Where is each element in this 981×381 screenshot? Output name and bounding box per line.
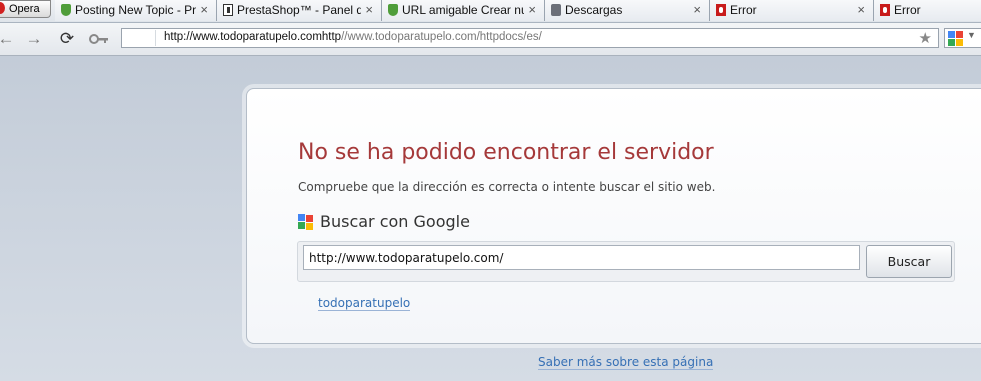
- opera-logo-icon: [0, 2, 5, 14]
- error-title: No se ha podido encontrar el servidor: [298, 140, 714, 165]
- error-description: Compruebe que la dirección es correcta o…: [298, 180, 716, 194]
- close-icon[interactable]: ×: [693, 2, 701, 17]
- suggestion-link[interactable]: todoparatupelo: [318, 296, 411, 311]
- tab-error-1[interactable]: Error ×: [710, 0, 874, 21]
- address-domain: http://www.todoparatupelo.comhttp: [164, 31, 342, 43]
- tab-title: URL amigable Crear nu...: [402, 3, 524, 17]
- prestashop-icon: [223, 4, 233, 16]
- tab-descargas[interactable]: Descargas ×: [545, 0, 710, 21]
- address-path: //www.todoparatupelo.com/httpdocs/es/: [341, 31, 542, 43]
- close-icon[interactable]: ×: [857, 2, 865, 17]
- close-icon[interactable]: ×: [200, 2, 208, 17]
- search-heading: Buscar con Google: [320, 212, 470, 231]
- wand-key-icon[interactable]: [88, 29, 110, 49]
- forward-icon[interactable]: →: [24, 29, 44, 49]
- tab-title: Descargas: [565, 3, 623, 17]
- error-icon: [880, 4, 890, 16]
- tab-posting-new-topic[interactable]: Posting New Topic - Pr... ×: [55, 0, 217, 21]
- reload-icon[interactable]: ⟳: [57, 29, 77, 49]
- close-icon[interactable]: ×: [528, 2, 536, 17]
- tab-error-2[interactable]: Error: [874, 0, 981, 21]
- opera-menu-button[interactable]: Opera: [0, 0, 51, 18]
- search-input[interactable]: [303, 245, 860, 270]
- tab-title: Error: [730, 3, 757, 17]
- address-text[interactable]: http://www.todoparatupelo.comhttp//www.t…: [164, 31, 542, 43]
- error-icon: [716, 4, 726, 16]
- address-bar[interactable]: http://www.todoparatupelo.comhttp//www.t…: [121, 28, 939, 48]
- tab-title: Error: [894, 3, 921, 17]
- search-engine-box[interactable]: ▼: [944, 28, 981, 48]
- tab-prestashop[interactable]: PrestaShop™ - Panel d... ×: [217, 0, 382, 21]
- chevron-down-icon[interactable]: ▼: [967, 30, 976, 40]
- close-icon[interactable]: ×: [365, 2, 373, 17]
- tab-title: PrestaShop™ - Panel d...: [237, 3, 361, 17]
- opera-menu-label: Opera: [9, 3, 40, 15]
- tab-title: Posting New Topic - Pr...: [75, 3, 196, 17]
- navigation-toolbar: ← → ⟳ http://www.todoparatupelo.comhttp/…: [0, 23, 981, 56]
- more-info-link[interactable]: Saber más sobre esta página: [538, 355, 714, 370]
- tab-url-amigable[interactable]: URL amigable Crear nu... ×: [382, 0, 545, 21]
- leaf-icon: [61, 4, 71, 16]
- leaf-icon: [388, 4, 398, 16]
- google-icon: [298, 214, 313, 230]
- search-button[interactable]: Buscar: [866, 245, 952, 278]
- download-icon: [551, 4, 561, 16]
- star-icon[interactable]: ★: [919, 29, 932, 47]
- tab-strip: Opera Posting New Topic - Pr... × Presta…: [0, 0, 981, 23]
- back-icon[interactable]: ←: [0, 29, 16, 49]
- site-info-icon[interactable]: [123, 30, 156, 46]
- google-icon: [948, 31, 963, 46]
